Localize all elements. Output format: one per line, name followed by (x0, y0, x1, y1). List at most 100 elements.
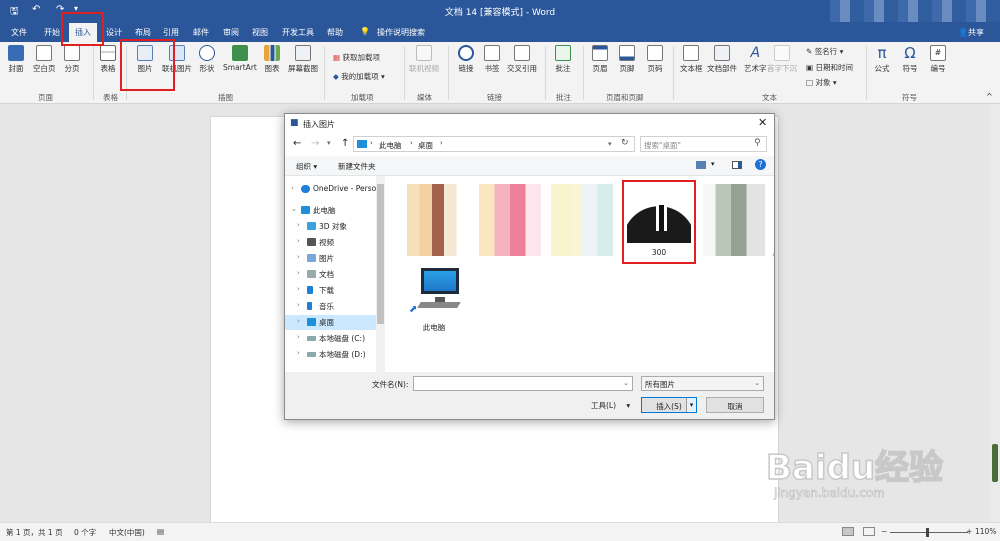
zoom-slider-thumb[interactable] (926, 528, 929, 537)
share-button[interactable]: 👤共享 (958, 27, 984, 38)
suit-image-icon[interactable] (627, 185, 691, 243)
document-scrollbar[interactable] (990, 104, 1000, 522)
link-button[interactable]: 链接 (458, 45, 474, 74)
tab-help[interactable]: 帮助 (327, 27, 343, 38)
screenshot-button[interactable]: 屏幕截图 (288, 45, 318, 74)
zoom-level[interactable]: 110% (975, 527, 996, 536)
scroll-right-icon[interactable]: › (772, 250, 775, 259)
pane-scrollbar[interactable] (376, 176, 385, 372)
tab-review[interactable]: 审阅 (223, 27, 239, 38)
macro-record-icon[interactable]: ▤ (157, 527, 164, 536)
cross-reference-button[interactable]: 交叉引用 (507, 45, 537, 74)
file-thumbnail[interactable] (407, 184, 469, 256)
zoom-slider[interactable] (890, 532, 968, 533)
date-time-button[interactable]: ▣ 日期和时间 (806, 62, 853, 73)
back-icon[interactable]: ← (293, 138, 301, 149)
tab-mailings[interactable]: 邮件 (193, 27, 209, 38)
filename-dropdown-icon[interactable]: ⌄ (623, 379, 629, 387)
cover-page-button[interactable]: 封面 (8, 45, 24, 74)
file-name-300[interactable]: 300 (627, 248, 691, 257)
file-thumbnail[interactable] (479, 184, 541, 256)
tree-desktop[interactable]: › 桌面 (285, 315, 377, 330)
language-status[interactable]: 中文(中国) (109, 527, 145, 538)
web-layout-icon[interactable] (863, 527, 875, 536)
collapse-ribbon-icon[interactable]: ^ (986, 92, 993, 101)
up-icon[interactable]: ↑ (341, 138, 349, 149)
table-button[interactable]: 表格 (100, 45, 116, 74)
word-count[interactable]: 0 个字 (74, 527, 96, 538)
tell-me-search[interactable]: 操作说明搜索 (377, 27, 425, 38)
print-layout-icon[interactable] (842, 527, 854, 536)
this-pc-icon[interactable]: ⬈ (409, 268, 461, 316)
tree-local-disk-d[interactable]: › 本地磁盘 (D:) (285, 347, 377, 362)
insert-button[interactable]: 插入(S) ▾ (641, 397, 697, 413)
get-addins-button[interactable]: ▦ 获取加载项 (333, 52, 380, 63)
cancel-button[interactable]: 取消 (706, 397, 764, 413)
close-icon[interactable]: ✕ (758, 116, 767, 129)
file-thumbnail[interactable] (551, 184, 613, 256)
tree-local-disk-c[interactable]: › 本地磁盘 (C:) (285, 331, 377, 346)
tree-3d-objects[interactable]: › 3D 对象 (285, 219, 377, 234)
recent-dropdown-icon[interactable]: ▾ (327, 139, 331, 147)
signature-line-button[interactable]: ✎ 签名行 ▾ (806, 46, 843, 57)
tab-view[interactable]: 视图 (252, 27, 268, 38)
refresh-icon[interactable]: ↻ (621, 138, 629, 148)
tree-documents[interactable]: › 文档 (285, 267, 377, 282)
breadcrumb-this-pc[interactable]: 此电脑 (379, 140, 402, 151)
pane-scroll-thumb[interactable] (377, 184, 384, 324)
tab-file[interactable]: 文件 (11, 27, 27, 38)
file-name-this-pc[interactable]: 此电脑 (409, 322, 459, 333)
forward-icon[interactable]: → (311, 138, 319, 149)
new-folder-button[interactable]: 新建文件夹 (338, 161, 376, 172)
comment-button[interactable]: 批注 (555, 45, 571, 74)
preview-pane-icon[interactable] (732, 161, 742, 169)
textbox-button[interactable]: 文本框 (680, 45, 703, 74)
shapes-button[interactable]: 形状 (199, 45, 215, 74)
equation-button[interactable]: π 公式 (874, 45, 890, 74)
drop-cap-button[interactable]: 首字下沉 (767, 45, 797, 74)
footer-button[interactable]: 页脚 (619, 45, 635, 74)
tree-onedrive[interactable]: › OneDrive - Perso (285, 182, 377, 197)
organize-menu[interactable]: 组织 ▾ (296, 161, 317, 172)
tree-videos[interactable]: › 视频 (285, 235, 377, 250)
tab-references[interactable]: 引用 (163, 27, 179, 38)
number-button[interactable]: # 编号 (930, 45, 946, 74)
tab-design[interactable]: 设计 (106, 27, 122, 38)
zoom-out-icon[interactable]: − (881, 527, 887, 536)
tab-layout[interactable]: 布局 (135, 27, 151, 38)
wordart-button[interactable]: A 艺术字 (744, 45, 767, 74)
header-button[interactable]: 页眉 (592, 45, 608, 74)
file-thumbnail[interactable] (703, 184, 765, 256)
bookmark-button[interactable]: 书签 (484, 45, 500, 74)
filename-input[interactable]: ⌄ (413, 376, 633, 391)
tools-menu[interactable]: 工具(L) ▾ (591, 400, 630, 411)
address-dropdown-icon[interactable]: ▾ (608, 140, 612, 148)
object-button[interactable]: □ 对象 ▾ (806, 77, 837, 88)
scroll-thumb[interactable] (992, 444, 998, 482)
tab-developer[interactable]: 开发工具 (282, 27, 314, 38)
help-icon[interactable]: ? (755, 159, 766, 170)
breadcrumb-desktop[interactable]: 桌面 (418, 140, 433, 151)
tab-home[interactable]: 开始 (44, 27, 60, 38)
blank-page-button[interactable]: 空白页 (33, 45, 56, 74)
page-break-button[interactable]: 分页 (64, 45, 80, 74)
tree-this-pc[interactable]: ⌄ 此电脑 (285, 203, 377, 218)
chart-button[interactable]: 图表 (264, 45, 280, 74)
tree-pictures[interactable]: › 图片 (285, 251, 377, 266)
symbol-button[interactable]: Ω 符号 (902, 45, 918, 74)
my-addins-button[interactable]: ◆ 我的加载项 ▾ (333, 71, 385, 82)
online-video-button[interactable]: 联机视频 (409, 45, 439, 74)
search-box[interactable]: 搜索"桌面" ⚲ (640, 136, 767, 152)
address-bar[interactable]: › 此电脑 › 桌面 › ▾ ↻ (353, 136, 635, 152)
file-type-select[interactable]: 所有图片 ⌄ (641, 376, 764, 391)
page-number-button[interactable]: 页码 (647, 45, 663, 74)
page-count[interactable]: 第 1 页，共 1 页 (6, 527, 63, 538)
zoom-in-icon[interactable]: + (966, 527, 972, 536)
insert-options-icon[interactable]: ▾ (686, 398, 696, 412)
quick-parts-button[interactable]: 文档部件 (707, 45, 737, 74)
tree-downloads[interactable]: › 下载 (285, 283, 377, 298)
tree-music[interactable]: › 音乐 (285, 299, 377, 314)
view-dropdown-icon[interactable]: ▾ (711, 160, 715, 168)
view-options-icon[interactable] (696, 161, 706, 169)
smartart-button[interactable]: SmartArt (223, 45, 257, 72)
